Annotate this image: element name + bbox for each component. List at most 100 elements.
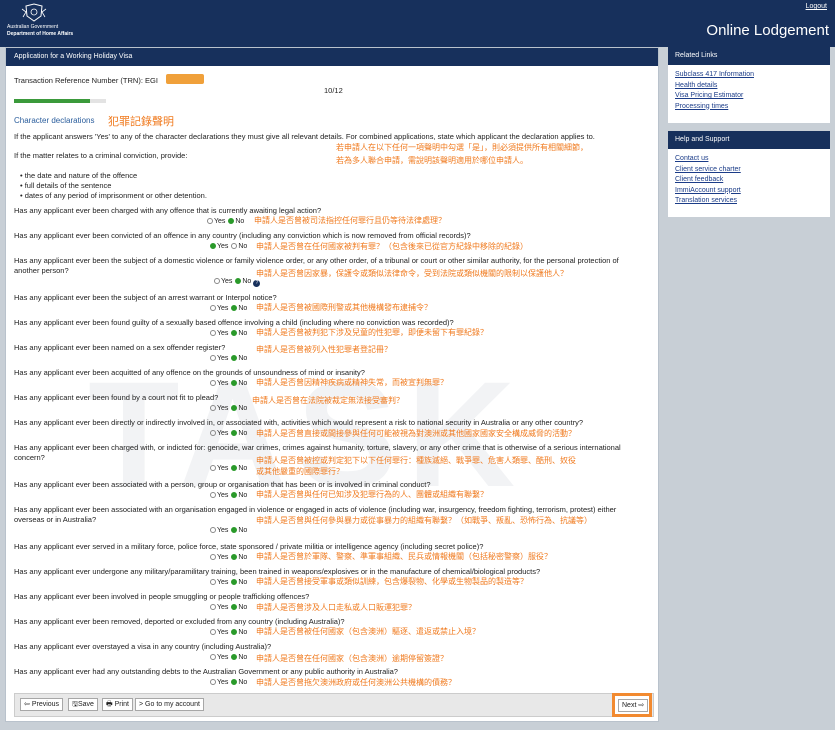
no-radio[interactable] [231,465,238,471]
site-header: Australian Government Department of Home… [0,0,835,47]
help-icon[interactable]: ? [253,280,261,287]
panel-title: Application for a Working Holiday Visa [14,53,133,60]
question-annotation: 申請人是否曾直接或間接參與任何可能被視為對澳洲或其他國家國家安全構成威脅的活動？ [256,429,576,438]
yes-radio[interactable] [210,355,216,361]
yes-no-radio-group: Yes No? [213,278,261,287]
sidebar-link[interactable]: Visa Pricing Estimator [675,91,823,102]
question-annotation: 申請人是否曾與任何已知涉及犯罪行為的人、團體或組織有聯繫？ [256,490,488,499]
bullet-item: • dates of any period of imprisonment or… [20,191,207,200]
yes-label: Yes [217,554,231,561]
no-radio[interactable] [231,380,238,386]
no-radio[interactable] [231,679,238,685]
yes-label: Yes [217,305,231,312]
app-title: Online Lodgement [706,22,829,39]
matter-text: If the matter relates to a criminal conv… [14,151,188,160]
yes-radio[interactable] [210,554,216,560]
save-button[interactable]: 🖫Save [68,698,98,711]
next-button[interactable]: Next ⇨ [618,699,649,712]
yes-radio[interactable] [210,604,216,610]
no-radio[interactable] [231,579,238,585]
no-label: No [238,305,248,312]
no-label: No [238,604,248,611]
question-annotation: 申請人是否曾接受軍事或類似訓練，包含爆裂物、化學或生物製品的製造等？ [256,577,528,586]
arrow-left-icon: ⇦ [24,701,32,708]
yes-radio[interactable] [210,430,216,436]
yes-label: Yes [217,380,231,387]
account-button[interactable]: > Go to my account [135,698,204,711]
yes-radio[interactable] [210,405,216,411]
no-radio[interactable] [231,243,238,249]
sidebar-link[interactable]: Subclass 417 Information [675,70,823,81]
page-indicator: 10/12 [324,86,343,95]
yes-no-radio-group: Yes No [209,554,247,561]
yes-radio[interactable] [210,465,216,471]
question-annotation: 申請人是否曾因精神疾病或精神失常，而被宣判無罪？ [256,378,448,387]
no-radio[interactable] [231,527,238,533]
no-radio[interactable] [231,355,238,361]
yes-label: Yes [217,492,231,499]
question-annotation: 申請人是否曾在任何國家被判有罪？（包含後來已從官方紀錄中移除的紀錄） [256,242,528,251]
yes-radio[interactable] [210,330,216,336]
no-label: No [238,405,248,412]
sidebar-link[interactable]: Translation services [675,196,823,207]
sidebar-link[interactable]: Health details [675,81,823,92]
question-annotation: 申請人是否曾被控或判定犯下以下任何罪行：種族滅絕、戰爭罪、危害人類罪、酷刑、奴役 [256,456,576,465]
next-highlight: Next ⇨ [612,693,652,717]
main-panel: Application for a Working Holiday Visa T… [5,47,659,722]
yes-no-radio-group: Yes No [209,629,247,636]
no-label: No [238,430,248,437]
question-annotation: 申請人是否曾涉及人口走私或人口販運犯罪？ [256,603,416,612]
yes-label: Yes [217,604,231,611]
sidebar-link[interactable]: ImmiAccount support [675,186,823,197]
yes-label: Yes [217,243,231,250]
question-text: Has any applicant ever overstayed a visa… [14,642,272,651]
yes-no-radio-group: Yes No [209,654,247,661]
sidebar-link[interactable]: Contact us [675,154,823,165]
arrow-right-icon: ⇨ [636,702,645,709]
yes-no-radio-group: Yes No [209,492,247,499]
yes-radio[interactable] [210,654,216,660]
government-crest: Australian Government Department of Home… [7,3,73,39]
no-radio[interactable] [231,554,238,560]
yes-radio[interactable] [210,492,216,498]
yes-radio[interactable] [210,305,216,311]
yes-no-radio-group: Yes No [209,604,247,611]
no-label: No [238,527,248,534]
question-text: Has any applicant ever been convicted of… [14,231,471,240]
section-title: Character declarations [14,116,95,125]
yes-radio[interactable] [210,527,216,533]
no-label: No [238,355,248,362]
yes-no-radio-group: Yes No [206,218,244,225]
yes-radio[interactable] [210,579,216,585]
sidebar-link[interactable]: Client service charter [675,165,823,176]
yes-radio[interactable] [207,218,213,224]
no-label: No [238,243,248,250]
no-radio[interactable] [231,654,238,660]
no-radio[interactable] [228,218,235,224]
yes-radio[interactable] [210,629,216,635]
no-radio[interactable] [231,430,238,436]
no-radio[interactable] [231,629,238,635]
no-radio[interactable] [231,405,238,411]
no-radio[interactable] [231,492,238,498]
no-radio[interactable] [231,330,238,336]
yes-radio[interactable] [210,243,216,249]
yes-radio[interactable] [210,380,216,386]
previous-button[interactable]: ⇦ Previous [20,698,64,711]
no-label: No [238,554,248,561]
yes-no-radio-group: Yes No [209,405,247,412]
bullet-item: • full details of the sentence [20,181,112,190]
intro-annotation-1: 若申請人在以下任何一項聲明中勾選「是」，則必須提供所有相關細節， [336,143,588,152]
yes-radio[interactable] [210,679,216,685]
print-button[interactable]: 🖶 Print [102,698,133,711]
yes-radio[interactable] [214,278,220,284]
intro-annotation-2: 若為多人聯合申請，需說明該聲明適用於哪位申請人。 [336,156,528,165]
department-name: Department of Home Affairs [7,31,74,37]
no-radio[interactable] [231,604,238,610]
related-links: Subclass 417 Information Health details Vi… [668,65,830,117]
sidebar-link[interactable]: Client feedback [675,175,823,186]
logout-link[interactable]: Logout [806,3,827,10]
sidebar-link[interactable]: Processing times [675,102,823,113]
no-radio[interactable] [231,305,238,311]
no-radio[interactable] [235,278,242,284]
